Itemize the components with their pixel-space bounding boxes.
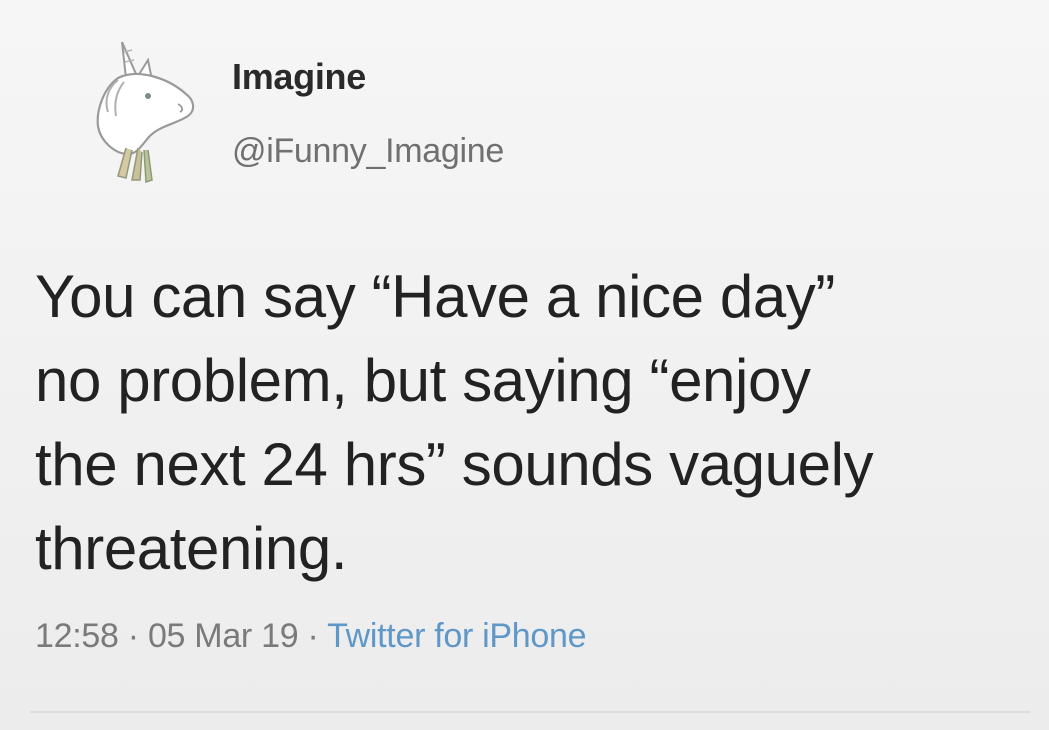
divider bbox=[30, 711, 1030, 713]
unicorn-sketch-icon[interactable] bbox=[78, 30, 208, 195]
tweet-text-line: threatening. bbox=[35, 515, 348, 582]
display-name[interactable]: Imagine bbox=[232, 56, 366, 98]
user-handle[interactable]: @iFunny_Imagine bbox=[232, 132, 504, 171]
meta-separator: · bbox=[307, 617, 319, 655]
tweet-source-link[interactable]: Twitter for iPhone bbox=[327, 617, 586, 655]
tweet-text-line: You can say “Have a nice day” bbox=[35, 263, 835, 330]
tweet-text-line: no problem, but saying “enjoy bbox=[35, 347, 811, 414]
tweet-time[interactable]: 12:58 bbox=[35, 617, 119, 655]
tweet-text: You can say “Have a nice day” no problem… bbox=[35, 255, 1025, 591]
tweet-card: Imagine @iFunny_Imagine You can say “Hav… bbox=[0, 0, 1049, 730]
tweet-text-line: the next 24 hrs” sounds vaguely bbox=[35, 431, 874, 498]
meta-separator: · bbox=[127, 617, 139, 655]
tweet-date[interactable]: 05 Mar 19 bbox=[148, 617, 299, 655]
tweet-meta: 12:58 · 05 Mar 19 · Twitter for iPhone bbox=[35, 617, 587, 656]
